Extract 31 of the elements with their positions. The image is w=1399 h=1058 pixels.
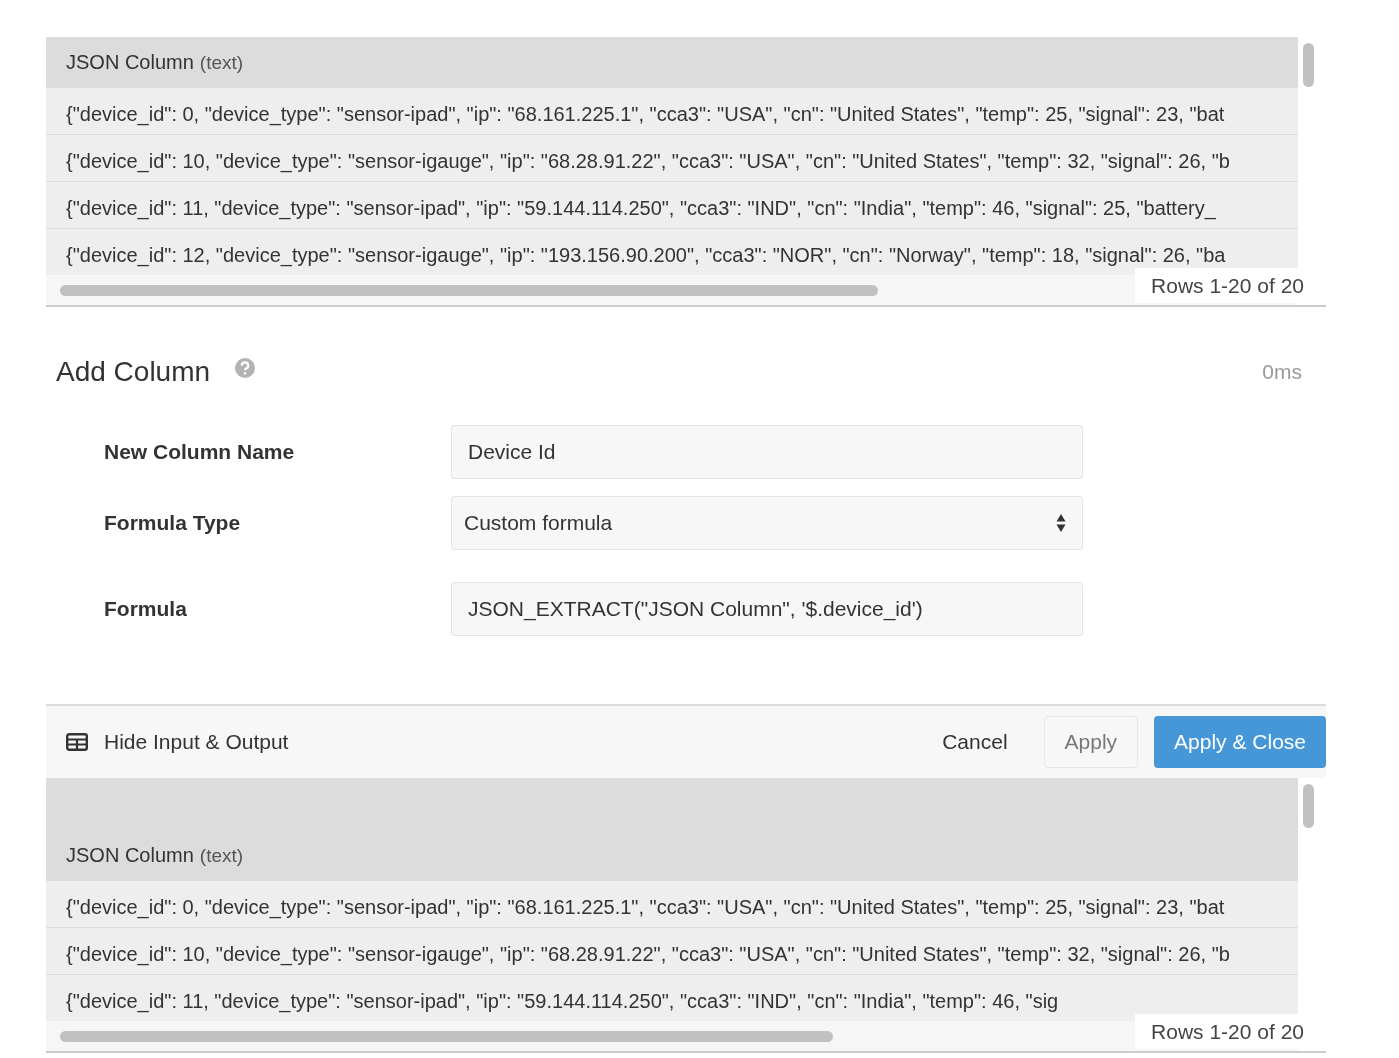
- table-cell: {"device_id": 12, "device_type": "sensor-igauge", "ip": "193.156.90.200", "cca3": "NOR", "cn": "Norway", "temp": 18, "signal": 26, "ba: [46, 228, 1298, 275]
- table-icon: [66, 733, 88, 751]
- horizontal-scrollbar-thumb[interactable]: [60, 285, 878, 296]
- execution-time: 0ms: [1262, 359, 1302, 386]
- vertical-scrollbar-thumb[interactable]: [1303, 784, 1314, 828]
- help-icon[interactable]: [234, 357, 257, 379]
- panel-title: Add Column: [56, 355, 211, 389]
- field-label: New Column Name: [103, 439, 296, 466]
- field-label: Formula Type: [103, 510, 242, 537]
- table-cell: {"device_id": 11, "device_type": "sensor-ipad", "ip": "59.144.114.250", "cca3": "IND", "cn": "India", "temp": 46, "sig: [46, 974, 1298, 1021]
- vertical-scrollbar-thumb[interactable]: [1303, 43, 1314, 87]
- hide-input-output-toggle[interactable]: Hide Input & Output: [66, 726, 289, 758]
- sort-caret-icon: [1056, 513, 1066, 533]
- column-type: (text): [199, 843, 244, 868]
- input-field[interactable]: Device Id: [451, 425, 1083, 479]
- column-type: (text): [199, 50, 244, 75]
- row-count: Rows 1-20 of 20: [1135, 267, 1306, 303]
- horizontal-scrollbar-thumb[interactable]: [60, 1031, 833, 1042]
- column-name[interactable]: JSON Column: [66, 47, 194, 77]
- footer-button[interactable]: Cancel: [922, 716, 1028, 768]
- table-cell: {"device_id": 0, "device_type": "sensor-ipad", "ip": "68.161.225.1", "cca3": "USA", "cn": "United States", "temp": 25, "signal": 23, "bat: [46, 880, 1298, 927]
- formula-type-select[interactable]: Custom formula: [451, 496, 1083, 550]
- table-cell: {"device_id": 10, "device_type": "sensor-igauge", "ip": "68.28.91.22", "cca3": "USA", "cn": "United States", "temp": 32, "signal": 26, "b: [46, 134, 1298, 181]
- column-name[interactable]: JSON Column: [66, 840, 194, 870]
- footer-button[interactable]: Apply: [1043, 716, 1139, 768]
- field-label: Formula: [103, 596, 188, 623]
- table-cell: {"device_id": 0, "device_type": "sensor-ipad", "ip": "68.161.225.1", "cca3": "USA", "cn": "United States", "temp": 25, "signal": 23, "bat: [46, 87, 1298, 134]
- input-field[interactable]: JSON_EXTRACT("JSON Column", '$.device_id'): [451, 582, 1083, 636]
- table-cell: {"device_id": 11, "device_type": "sensor-ipad", "ip": "59.144.114.250", "cca3": "IND", "cn": "India", "temp": 46, "signal": 25, "battery_: [46, 181, 1298, 228]
- row-count: Rows 1-20 of 20: [1135, 1013, 1306, 1049]
- table-cell: {"device_id": 10, "device_type": "sensor-igauge", "ip": "68.28.91.22", "cca3": "USA", "cn": "United States", "temp": 32, "signal": 26, "b: [46, 927, 1298, 974]
